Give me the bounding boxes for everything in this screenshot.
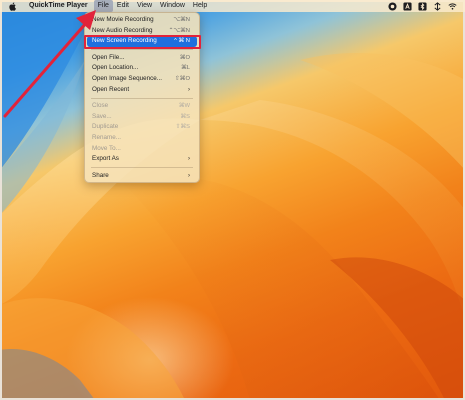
menu-item-close[interactable]: Close ⌘W xyxy=(87,101,197,112)
shortcut-label: ⌘S xyxy=(180,113,190,120)
menu-window[interactable]: Window xyxy=(156,0,189,12)
chevron-right-icon: › xyxy=(188,172,190,179)
app-menu-quicktime[interactable]: QuickTime Player xyxy=(25,0,92,12)
menu-item-open-location[interactable]: Open Location... ⌘L xyxy=(87,63,197,74)
shortcut-label: ⌘O xyxy=(179,54,190,61)
status-area xyxy=(388,0,465,12)
menu-edit[interactable]: Edit xyxy=(113,0,133,12)
menu-item-new-screen-recording[interactable]: New Screen Recording ^ ⌘ N xyxy=(87,36,197,47)
menu-item-duplicate[interactable]: Duplicate ⇧⌘S xyxy=(87,122,197,133)
shortcut-label: ⇧⌘S xyxy=(175,124,190,131)
menu-item-rename[interactable]: Rename... xyxy=(87,133,197,144)
menu-separator xyxy=(91,97,193,99)
bluetooth-icon[interactable] xyxy=(418,1,427,11)
menu-view[interactable]: View xyxy=(133,0,156,12)
shortcut-label: ⌘W xyxy=(178,103,190,110)
menu-item-share[interactable]: Share › xyxy=(87,171,197,182)
menu-item-open-recent[interactable]: Open Recent › xyxy=(87,85,197,96)
menu-item-export-as[interactable]: Export As › xyxy=(87,154,197,165)
wallpaper-waves xyxy=(0,12,465,400)
chevron-right-icon: › xyxy=(188,156,190,163)
chevron-right-icon: › xyxy=(188,86,190,93)
menu-item-move-to[interactable]: Move To... xyxy=(87,144,197,155)
shortcut-label: ⇧⌘O xyxy=(174,75,190,82)
record-icon[interactable] xyxy=(388,1,397,11)
shortcut-label: ⌃⌥⌘N xyxy=(168,27,190,34)
file-menu-dropdown: New Movie Recording ⌥⌘N New Audio Record… xyxy=(84,12,200,183)
menu-item-new-audio-recording[interactable]: New Audio Recording ⌃⌥⌘N xyxy=(87,26,197,37)
menu-item-open-file[interactable]: Open File... ⌘O xyxy=(87,53,197,64)
shortcut-label: ^ ⌘ N xyxy=(174,38,190,45)
wifi-icon[interactable] xyxy=(448,2,457,11)
apple-icon[interactable] xyxy=(7,2,19,11)
menu-item-save[interactable]: Save... ⌘S xyxy=(87,112,197,123)
desktop-wallpaper xyxy=(0,0,465,400)
network-icon[interactable] xyxy=(433,1,442,11)
menu-file[interactable]: File xyxy=(93,0,113,12)
menu-item-open-image-sequence[interactable]: Open Image Sequence... ⇧⌘O xyxy=(87,74,197,85)
shortcut-label: ⌘L xyxy=(180,65,190,72)
text-input-icon[interactable] xyxy=(403,1,412,11)
menu-separator xyxy=(91,167,193,169)
menu-separator xyxy=(91,49,193,51)
menu-help[interactable]: Help xyxy=(189,0,211,12)
menu-item-new-movie-recording[interactable]: New Movie Recording ⌥⌘N xyxy=(87,15,197,26)
menu-bar: QuickTime Player File Edit View Window H… xyxy=(0,0,465,12)
shortcut-label: ⌥⌘N xyxy=(173,17,190,23)
